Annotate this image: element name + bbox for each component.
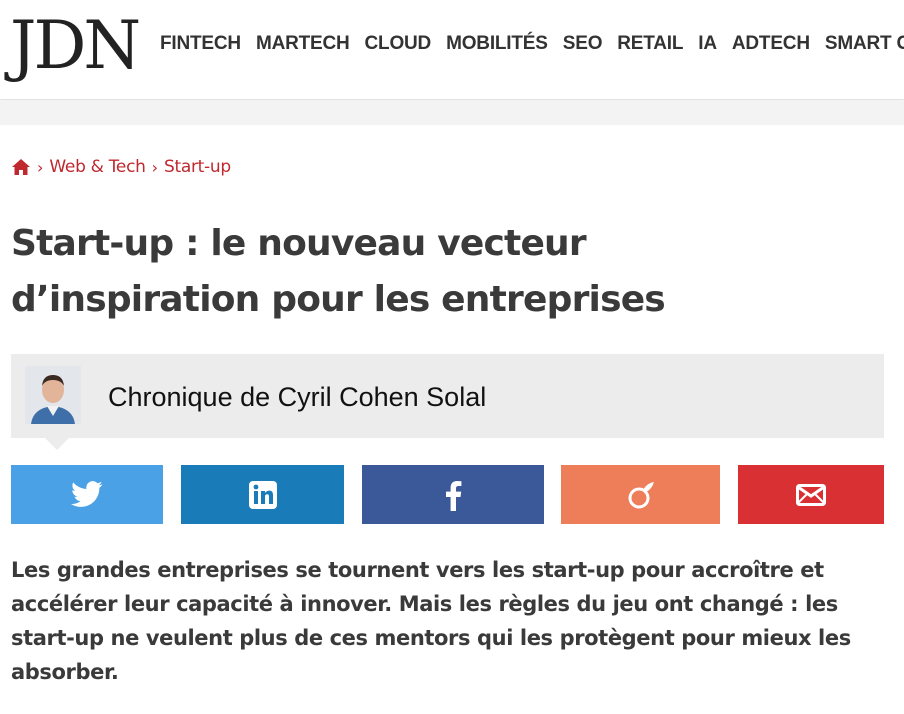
header-divider-band [0,101,904,125]
top-navigation-bar: JDN FINTECH MARTECH CLOUD MOBILITÉS SEO … [0,0,904,100]
page-title-line-2: d’inspiration pour les entreprises [11,279,666,320]
author-box: Chronique de Cyril Cohen Solal [11,354,884,450]
home-icon[interactable] [11,158,31,176]
share-email-button[interactable] [738,465,884,524]
share-facebook-button[interactable] [362,465,544,524]
author-avatar[interactable] [25,366,81,424]
breadcrumb-web-tech[interactable]: Web & Tech [49,157,146,177]
nav-item-retail[interactable]: RETAIL [617,33,683,55]
nav-item-seo[interactable]: SEO [563,33,603,55]
nav-item-cloud[interactable]: CLOUD [365,33,432,55]
linkedin-icon [248,480,278,510]
facebook-icon [444,479,462,511]
main-nav: FINTECH MARTECH CLOUD MOBILITÉS SEO RETA… [160,33,904,55]
nav-item-adtech[interactable]: ADTECH [732,33,810,55]
twitter-icon [70,480,104,509]
article-lead: Les grandes entreprises se tournent vers… [11,558,851,684]
page-title-line-1: Start-up : le nouveau vecteur [11,223,587,264]
nav-item-fintech[interactable]: FINTECH [160,33,241,55]
page-title: Start-up : le nouveau vecteur d’inspirat… [11,216,871,328]
breadcrumb-start-up[interactable]: Start-up [164,157,231,177]
share-viadeo-button[interactable] [561,465,720,524]
mail-icon [796,483,826,506]
nav-item-martech[interactable]: MARTECH [256,33,350,55]
nav-item-ia[interactable]: IA [698,33,717,55]
breadcrumb-separator: › [151,157,159,177]
viadeo-icon [625,479,657,511]
nav-item-mobilites[interactable]: MOBILITÉS [446,33,548,55]
share-twitter-button[interactable] [11,465,163,524]
nav-item-smart[interactable]: SMART C [825,33,904,55]
breadcrumb: › Web & Tech › Start-up [11,157,231,177]
breadcrumb-separator: › [37,157,44,177]
jdn-logo[interactable]: JDN [10,6,141,86]
author-name[interactable]: Chronique de Cyril Cohen Solal [108,382,486,413]
share-linkedin-button[interactable] [181,465,344,524]
